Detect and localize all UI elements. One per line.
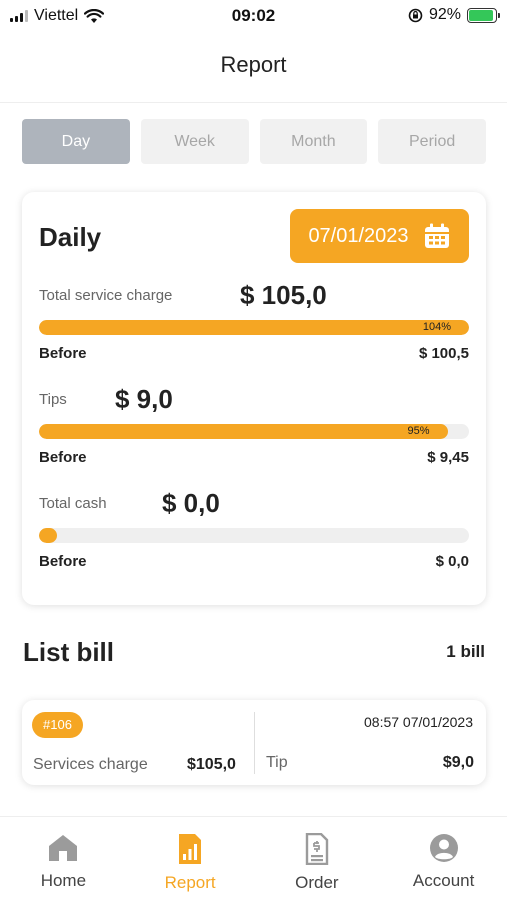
battery-icon <box>467 7 500 23</box>
tab-account[interactable]: Account <box>380 817 507 900</box>
service-charge-progress: 104% <box>39 320 469 335</box>
tips-before-value: $ 9,45 <box>427 449 469 466</box>
tab-report-label: Report <box>164 873 216 892</box>
service-charge-before-value: $ 100,5 <box>418 345 469 362</box>
card-title: Daily <box>39 222 102 252</box>
bill-service-label: Services charge <box>33 756 148 773</box>
user-icon <box>429 834 458 862</box>
bill-service-amount: $105,0 <box>187 756 236 773</box>
bar-chart-icon <box>179 834 202 864</box>
page-title: Report <box>220 52 287 77</box>
service-charge-label: Total service charge <box>39 287 173 304</box>
date-picker-button[interactable]: 07/01/2023 <box>290 209 469 263</box>
battery-info: 92% <box>408 6 500 24</box>
selected-date: 07/01/2023 <box>308 224 409 247</box>
tab-home-label: Home <box>40 871 87 890</box>
total-cash-before-value: $ 0,0 <box>435 553 469 570</box>
list-bill-title: List bill <box>23 637 114 667</box>
orientation-lock-icon <box>408 8 423 22</box>
total-cash-label: Total cash <box>39 495 107 512</box>
bill-tip-label: Tip <box>266 754 288 771</box>
home-icon <box>49 835 78 861</box>
tips-progress-fill: 95% <box>39 424 448 439</box>
service-charge-value: $ 105,0 <box>240 280 327 310</box>
tab-period[interactable]: Period <box>378 119 486 164</box>
bill-count: 1 bill <box>446 642 485 661</box>
total-cash-progress <box>39 528 469 543</box>
calendar-icon <box>424 223 449 248</box>
bill-number-badge: #106 <box>32 712 83 738</box>
tab-day[interactable]: Day <box>22 119 130 164</box>
tab-home[interactable]: Home <box>0 817 127 900</box>
total-cash-value: $ 0,0 <box>162 488 220 518</box>
period-selector: Day Week Month Period <box>22 119 486 164</box>
tips-before-label: Before <box>39 449 87 466</box>
tips-progress: 95% <box>39 424 469 439</box>
bottom-tab-bar: Home Report Order Account <box>0 816 507 900</box>
total-cash-progress-fill <box>39 528 57 543</box>
tab-report[interactable]: Report <box>127 817 254 900</box>
service-charge-progress-fill: 104% <box>39 320 469 335</box>
tab-order[interactable]: Order <box>254 817 381 900</box>
tab-week[interactable]: Week <box>140 119 249 164</box>
tab-month[interactable]: Month <box>259 119 368 164</box>
tab-order-label: Order <box>295 873 339 892</box>
service-charge-before-label: Before <box>39 345 87 362</box>
bill-card[interactable]: #106 08:57 07/01/2023 Services charge $1… <box>22 700 486 785</box>
header-divider <box>0 102 507 103</box>
battery-percent: 92% <box>428 6 461 23</box>
bill-divider <box>254 712 255 774</box>
daily-summary-card: Daily 07/01/2023 Total service charge $ … <box>22 192 486 605</box>
bill-datetime: 08:57 07/01/2023 <box>364 714 473 730</box>
receipt-icon <box>305 833 329 865</box>
tips-value: $ 9,0 <box>115 384 173 414</box>
bill-tip-amount: $9,0 <box>442 754 474 771</box>
status-bar: Viettel 09:02 92% <box>0 0 507 34</box>
total-cash-before-label: Before <box>39 553 87 570</box>
tips-label: Tips <box>39 391 67 408</box>
tab-account-label: Account <box>412 871 475 890</box>
